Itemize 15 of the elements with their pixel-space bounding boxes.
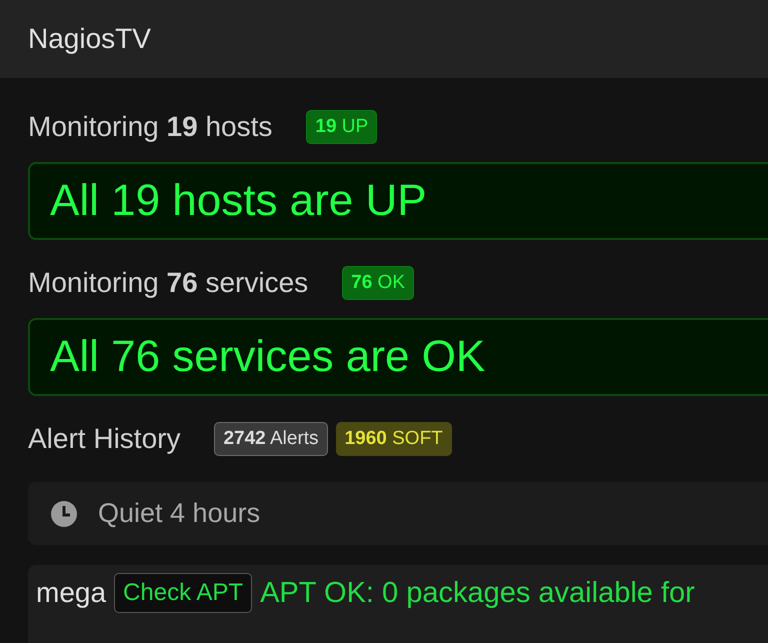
count-badge: 2742 Alerts	[214, 422, 328, 456]
quiet-text: Quiet 4 hours	[98, 497, 260, 530]
count-badge: 76 OK	[342, 266, 414, 300]
count-badge: 19 UP	[306, 110, 378, 144]
host-name: mega	[36, 576, 106, 610]
alert-output: APT OK: 0 packages available for	[260, 576, 695, 611]
service-tag: Check APT	[114, 573, 252, 613]
count-badge: 1960 SOFT	[336, 422, 452, 456]
status-summary-banner: All 76 services are OK	[28, 318, 768, 396]
app-title: NagiosTV	[28, 22, 151, 56]
status-summary-banner: All 19 hosts are UP	[28, 162, 768, 240]
clock-icon	[50, 500, 78, 528]
section-heading: Monitoring 76 services	[28, 266, 308, 300]
section-heading: Monitoring 19 hosts	[28, 110, 272, 144]
section-heading: Alert History	[28, 422, 180, 456]
